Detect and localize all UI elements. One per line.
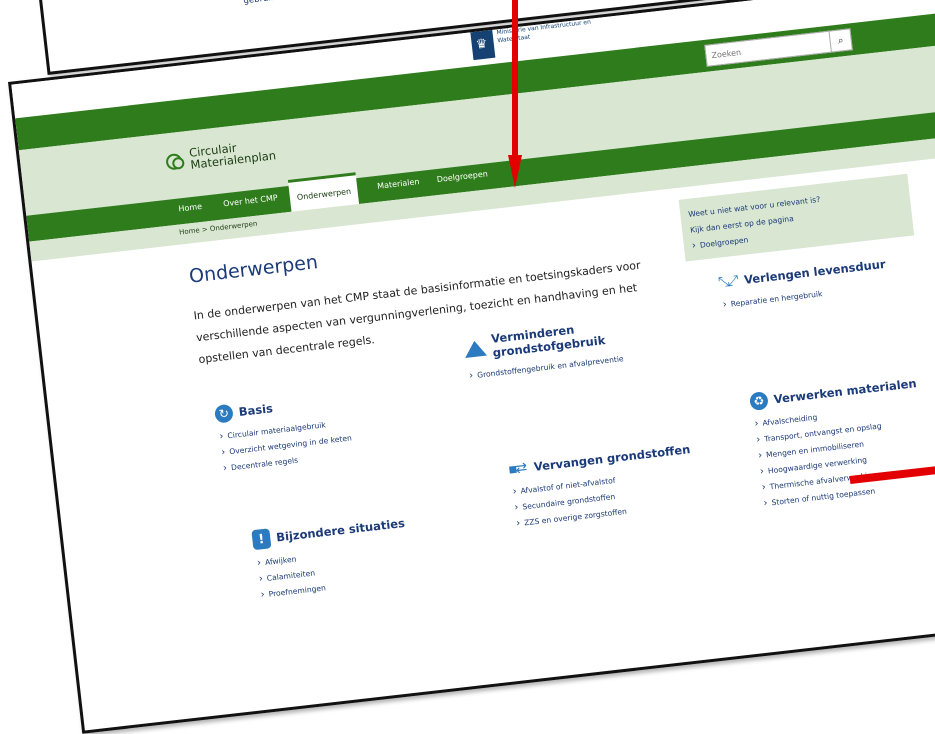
section-vervangen-grondstoffen: ▪⇄ Vervangen grondstoffen Afvalstof of n… bbox=[507, 440, 697, 532]
search-button[interactable]: ⌕ bbox=[828, 29, 852, 52]
background-text: verplicht gebruiken. bbox=[241, 0, 364, 9]
recycle-icon: ♻ bbox=[748, 391, 769, 412]
background-text-line: gebruiken. bbox=[243, 0, 364, 9]
cmp-logo-icon bbox=[165, 151, 185, 171]
red-down-arrow-icon bbox=[508, 0, 522, 188]
swap-icon: ▪⇄ bbox=[507, 459, 527, 478]
rijksoverheid-logo-icon bbox=[469, 23, 496, 61]
mountain-icon bbox=[463, 338, 487, 358]
section-verlengen-levensduur: ⤡⤢ Verlengen levensduur Reparatie en her… bbox=[717, 255, 889, 314]
section-bijzondere-situaties: ! Bijzondere situaties Afwijken Calamite… bbox=[251, 513, 412, 604]
website-screenshot: Ministerie van Infrastructuur en Waterst… bbox=[8, 0, 935, 734]
section-basis: ↻ Basis Circulair materiaalgebruik Overz… bbox=[213, 391, 355, 478]
page-title: Onderwerpen bbox=[187, 251, 320, 288]
breadcrumb[interactable]: Home > Onderwerpen bbox=[179, 220, 258, 237]
expand-icon: ⤡⤢ bbox=[717, 272, 738, 291]
site-logo-text: Circulair Materialenplan bbox=[188, 137, 276, 172]
site-logo[interactable]: Circulair Materialenplan bbox=[165, 137, 276, 173]
cycle-icon: ↻ bbox=[213, 403, 234, 424]
section-verwerken-materialen: ♻ Verwerken materialen Afvalscheiding Tr… bbox=[748, 374, 929, 512]
section-title[interactable]: Basis bbox=[238, 401, 274, 419]
help-box: Weet u niet wat voor u relevant is? Kijk… bbox=[678, 173, 915, 262]
search-icon: ⌕ bbox=[837, 34, 845, 47]
exclamation-icon: ! bbox=[251, 528, 272, 551]
